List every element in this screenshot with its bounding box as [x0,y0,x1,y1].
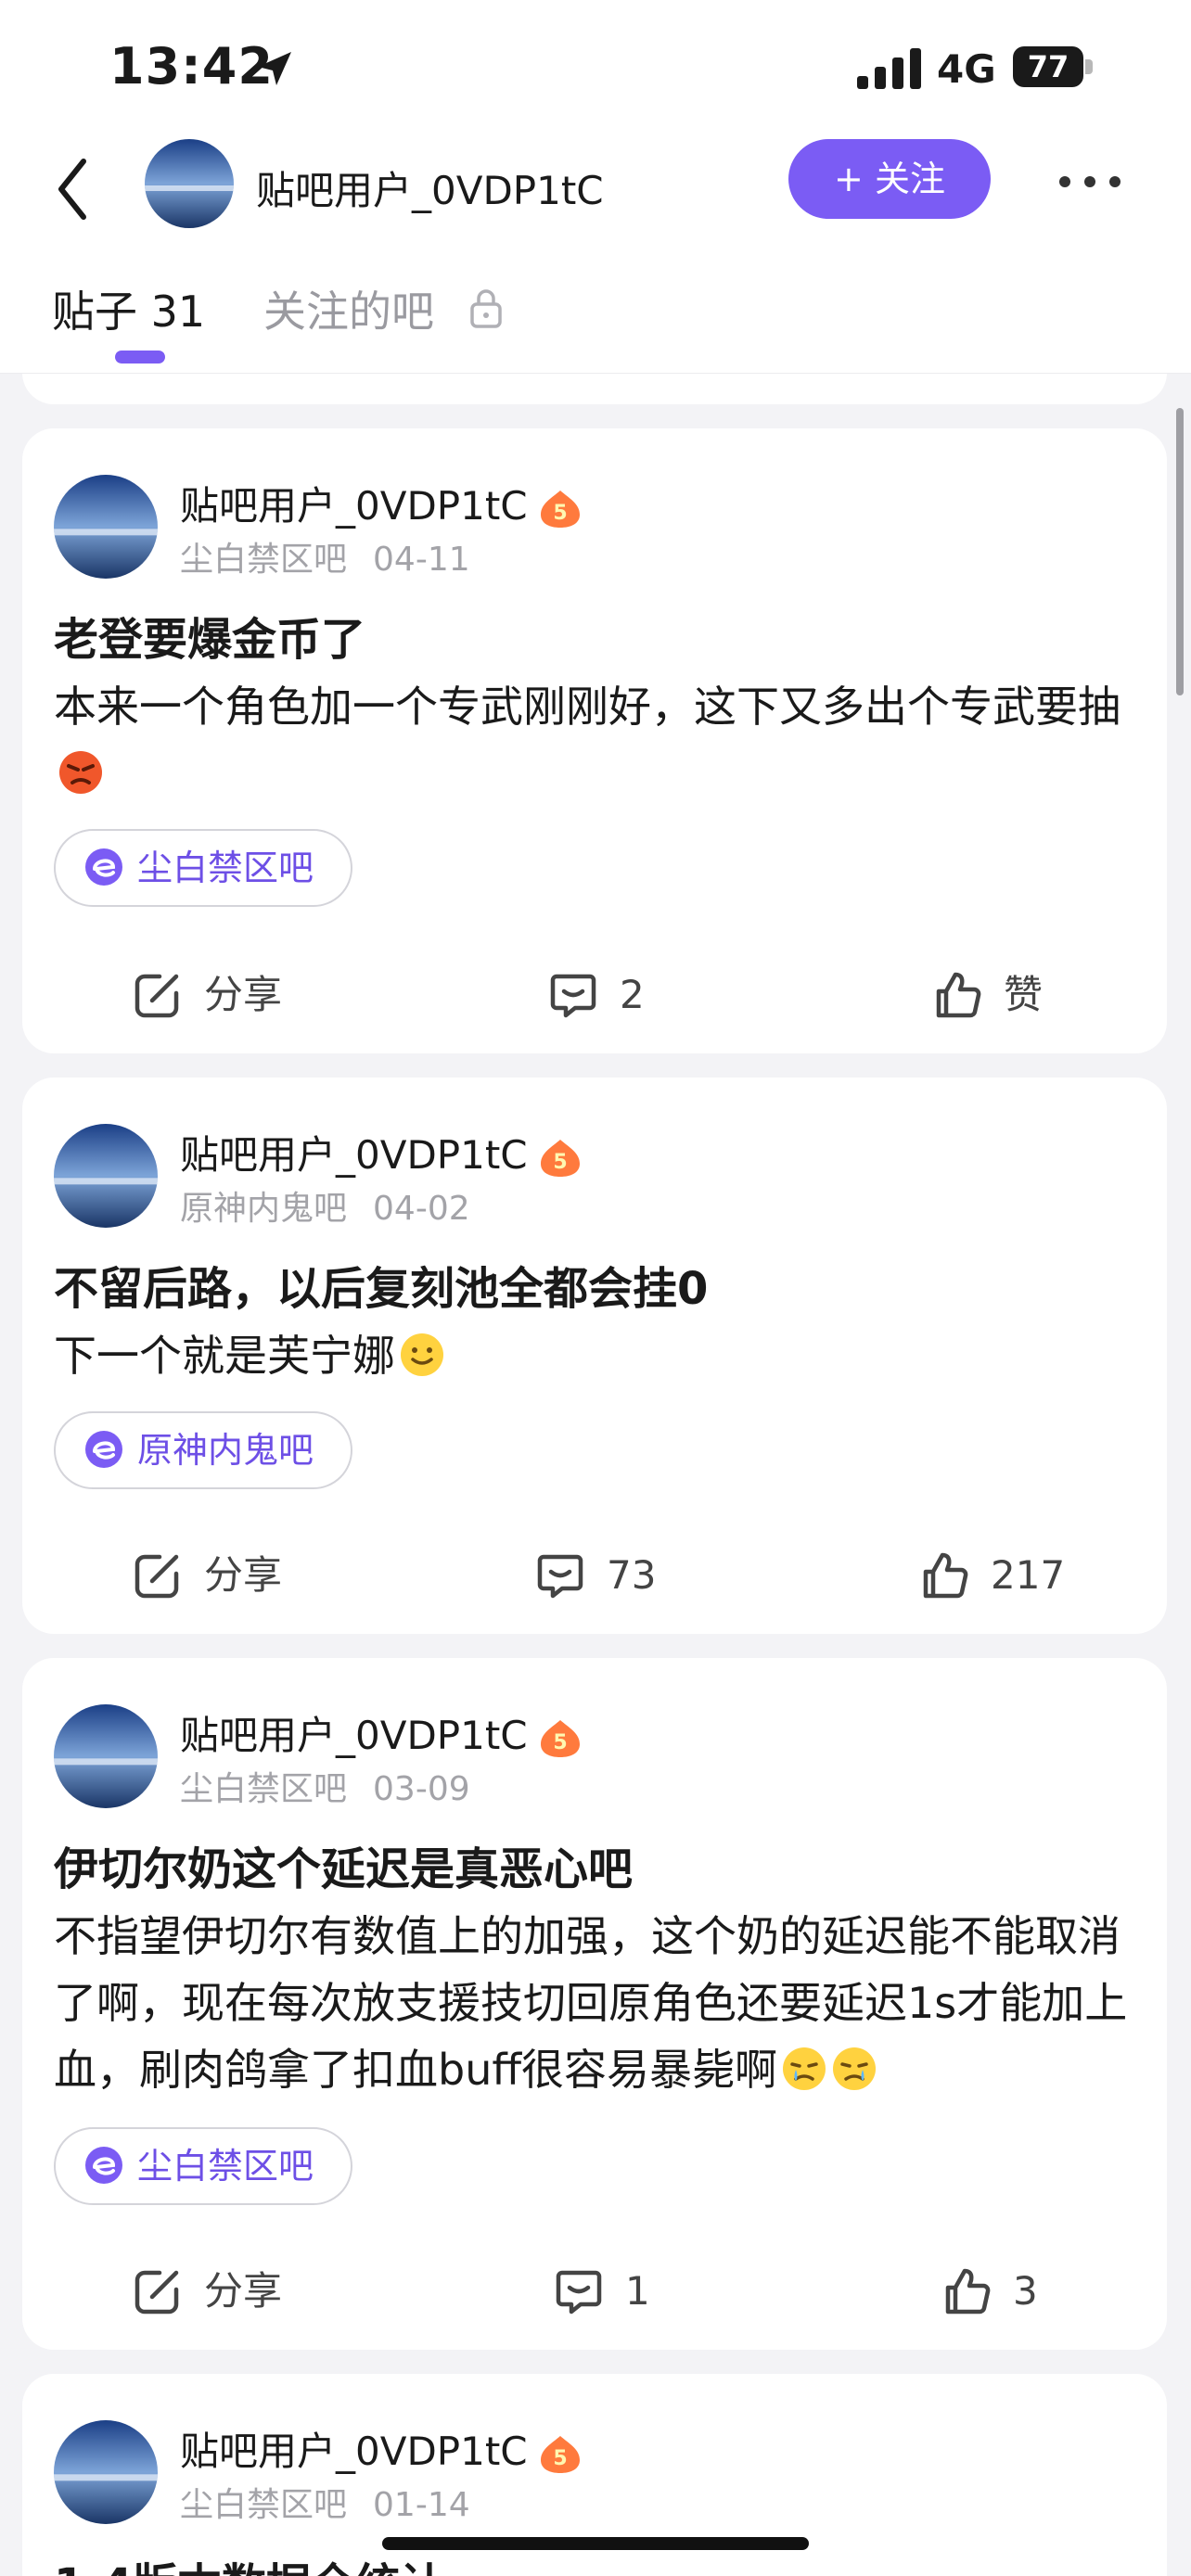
thumbs-up-icon [923,1552,968,1599]
comment-button[interactable]: 73 [534,1534,656,1617]
tab-posts[interactable]: 贴子 31 [52,278,205,339]
post-meta: 原神内鬼吧 04-02 [180,1181,470,1230]
post-actions: 分享 2 赞 [22,953,1167,1037]
level-badge-icon: 5 [540,1139,580,1177]
follow-button[interactable]: + 关注 [788,139,991,219]
like-count: 217 [991,1552,1066,1598]
post-card[interactable]: 贴吧用户_0VDP1tC 5 尘白禁区吧 03-09 伊切尔奶这个延迟是真恶心吧 不… [22,1658,1167,2350]
post-title[interactable]: 伊切尔奶这个延迟是真恶心吧 [54,1832,633,1897]
like-count: 3 [1013,2268,1038,2314]
post-body[interactable]: 下一个就是芙宁娜 [54,1322,1139,1389]
post-title[interactable]: 1.4版本数据全统计 [54,2548,444,2576]
post-meta: 尘白禁区吧 04-11 [180,532,470,580]
network-type: 4G [937,46,996,92]
back-icon[interactable] [54,156,91,223]
tab-followed-forums[interactable]: 关注的吧 [263,278,434,339]
post-date: 04-02 [373,1190,470,1228]
comment-icon [537,1554,583,1599]
author-name[interactable]: 贴吧用户_0VDP1tC 5 [180,475,583,531]
level-badge-icon: 5 [540,2435,580,2473]
forum-icon [85,848,122,886]
forum-tag[interactable]: 尘白禁区吧 [54,829,353,907]
post-body[interactable]: 本来一个角色加一个专武刚刚好，这下又多出个专武要抽 [54,673,1139,807]
post-actions: 分享 1 3 [22,2250,1167,2333]
profile-tabs: 贴子 31 关注的吧 [0,269,1191,371]
share-icon [134,974,179,1018]
post-forum: 尘白禁区吧 [180,1770,348,1808]
thumbs-up-icon [936,972,981,1018]
post-meta: 尘白禁区吧 03-09 [180,1762,470,1810]
home-indicator[interactable] [382,2537,809,2550]
forum-icon [85,2147,122,2184]
angry-face-icon [59,751,102,794]
cellular-signal-icon [857,48,921,89]
status-time: 13:42 [109,37,274,96]
author-name[interactable]: 贴吧用户_0VDP1tC 5 [180,1124,583,1180]
crying-face-icon [833,2047,877,2090]
share-icon [134,1554,179,1599]
comment-count: 1 [625,2268,650,2314]
avatar[interactable] [145,139,234,228]
author-avatar[interactable] [54,1704,158,1808]
forum-tag[interactable]: 尘白禁区吧 [54,2127,353,2205]
like-count: 赞 [1004,972,1044,1017]
comment-button[interactable]: 1 [553,2250,650,2333]
thumbs-up-icon [945,2268,991,2315]
more-options-icon[interactable] [1057,174,1122,189]
post-card[interactable]: 贴吧用户_0VDP1tC 5 原神内鬼吧 04-02 不留后路，以后复刻池全都会挂0… [22,1078,1167,1634]
like-button[interactable]: 赞 [931,953,1043,1037]
post-card[interactable]: 贴吧用户_0VDP1tC 5 尘白禁区吧 04-11 老登要爆金币了 本来一个角色加… [22,428,1167,1053]
share-button[interactable]: 分享 [132,1534,282,1617]
lock-icon [470,289,502,328]
share-button[interactable]: 分享 [132,2250,282,2333]
share-button[interactable]: 分享 [132,953,282,1037]
level-badge-icon: 5 [540,1719,580,1757]
battery-icon: 77 [1013,46,1095,87]
forum-tag[interactable]: 原神内鬼吧 [54,1411,353,1489]
like-button[interactable]: 3 [941,2250,1038,2333]
author-avatar[interactable] [54,1124,158,1228]
post-forum: 尘白禁区吧 [180,2486,348,2524]
level-badge-icon: 5 [540,490,580,528]
author-name[interactable]: 贴吧用户_0VDP1tC 5 [180,1704,583,1761]
post-date: 01-14 [373,2486,470,2524]
comment-count: 73 [607,1552,657,1598]
crying-face-icon [783,2047,826,2090]
scrollbar[interactable] [1176,408,1184,695]
tab-active-indicator [115,351,165,363]
comment-button[interactable]: 2 [547,953,645,1037]
location-arrow-icon [258,52,291,85]
share-icon [134,2270,179,2315]
author-avatar[interactable] [54,475,158,579]
post-title[interactable]: 老登要爆金币了 [54,603,365,668]
post-meta: 尘白禁区吧 01-14 [180,2478,470,2526]
post-actions: 分享 73 217 [22,1534,1167,1617]
battery-level: 77 [1027,49,1069,84]
post-date: 04-11 [373,541,470,579]
profile-header: 贴吧用户_0VDP1tC + 关注 [0,139,1191,241]
svg-text:5: 5 [553,1151,567,1174]
post-date: 03-09 [373,1770,470,1808]
header-username: 贴吧用户_0VDP1tC [256,168,604,213]
like-button[interactable]: 217 [918,1534,1065,1617]
post-forum: 原神内鬼吧 [180,1190,348,1228]
smile-face-icon [401,1333,443,1376]
post-forum: 尘白禁区吧 [180,541,348,579]
author-avatar[interactable] [54,2420,158,2524]
post-title[interactable]: 不留后路，以后复刻池全都会挂0 [54,1252,708,1317]
status-bar: 13:42 4G 77 [0,0,1191,139]
forum-icon [85,1431,122,1468]
comment-icon [550,974,596,1018]
svg-text:5: 5 [553,1731,567,1754]
svg-text:5: 5 [553,2447,567,2470]
post-body[interactable]: 不指望伊切尔有数值上的加强，这个奶的延迟能不能取消了啊，现在每次放支援技切回原角… [54,1903,1139,2103]
comment-icon [556,2270,602,2315]
svg-text:5: 5 [553,502,567,525]
top-bar: 13:42 4G 77 贴吧用户_0VDP1tC + 关注 贴子 31 关注的吧 [0,0,1191,374]
comment-count: 2 [620,972,645,1017]
author-name[interactable]: 贴吧用户_0VDP1tC 5 [180,2420,583,2477]
